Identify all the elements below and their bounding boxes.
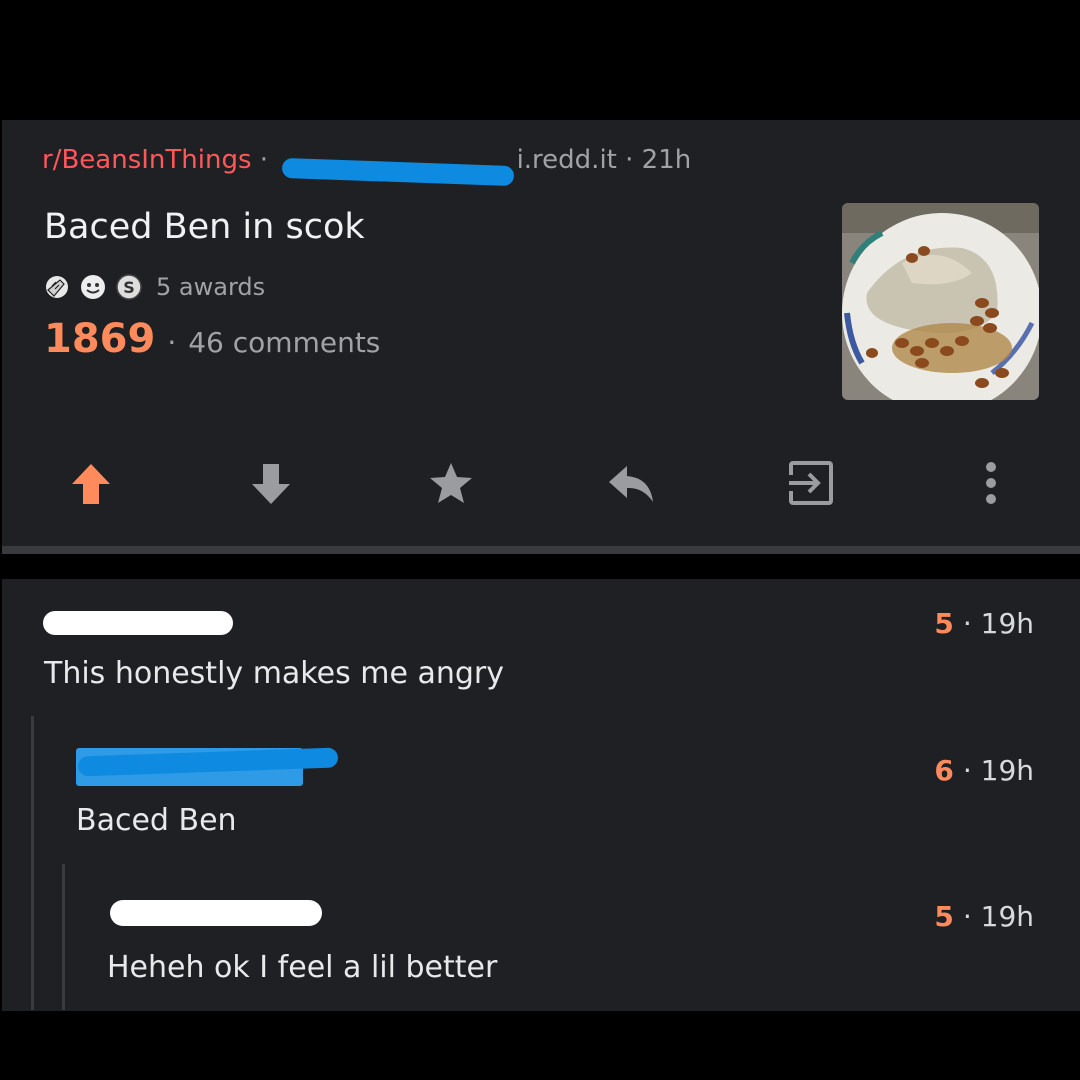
stats-separator: ·: [167, 326, 177, 359]
comment-points: 5: [934, 900, 954, 933]
comment-body: Baced Ben: [76, 803, 237, 838]
comment-points: 5: [934, 607, 954, 640]
downvote-arrow-icon: [249, 460, 293, 510]
upvote-button[interactable]: [66, 460, 116, 510]
comments-count[interactable]: 46 comments: [188, 326, 380, 359]
post-title[interactable]: Baced Ben in scok: [44, 207, 365, 247]
meta-separator: ·: [259, 145, 269, 175]
post-divider: [2, 546, 1080, 554]
comment-score: 5 · 19h: [934, 607, 1034, 640]
comment-score: 5 · 19h: [934, 900, 1034, 933]
star-icon: [428, 460, 474, 510]
comment-age: 19h: [980, 607, 1034, 640]
subreddit-link[interactable]: r/BeansInThings: [42, 145, 252, 175]
comment-points: 6: [934, 754, 954, 787]
awards-count: 5 awards: [156, 273, 266, 301]
meta-separator: ·: [625, 145, 634, 175]
post-age: 21h: [641, 145, 692, 175]
thread-line-depth-2[interactable]: [62, 864, 65, 1010]
comment-body: Heheh ok I feel a lil better: [107, 950, 498, 985]
comment-age: 19h: [980, 754, 1034, 787]
post-thumbnail[interactable]: [842, 203, 1039, 400]
reply-icon: [607, 462, 655, 508]
post-score: 1869: [44, 316, 156, 362]
comments-section: [2, 579, 1080, 1011]
more-options-button[interactable]: [966, 460, 1016, 510]
reply-button[interactable]: [606, 460, 656, 510]
username-redaction: [110, 900, 322, 926]
upvote-arrow-icon: [69, 460, 113, 510]
save-button[interactable]: [426, 460, 476, 510]
comment-body: This honestly makes me angry: [44, 656, 504, 691]
post-domain[interactable]: i.redd.it: [517, 145, 617, 175]
downvote-button[interactable]: [246, 460, 296, 510]
more-vertical-icon: [983, 460, 999, 510]
comment-score: 6 · 19h: [934, 754, 1034, 787]
post-stats: 1869 · 46 comments: [44, 316, 380, 362]
silver-coin-award-icon: S: [114, 272, 144, 302]
wholesome-award-icon: [78, 272, 108, 302]
share-exit-icon: [787, 459, 835, 511]
username-redaction: [43, 611, 233, 635]
facepalm-award-icon: [42, 272, 72, 302]
awards-row[interactable]: S 5 awards: [42, 270, 265, 304]
svg-text:S: S: [123, 278, 135, 297]
comment-age: 19h: [980, 900, 1034, 933]
share-button[interactable]: [786, 460, 836, 510]
thread-line-depth-1[interactable]: [31, 716, 34, 1010]
